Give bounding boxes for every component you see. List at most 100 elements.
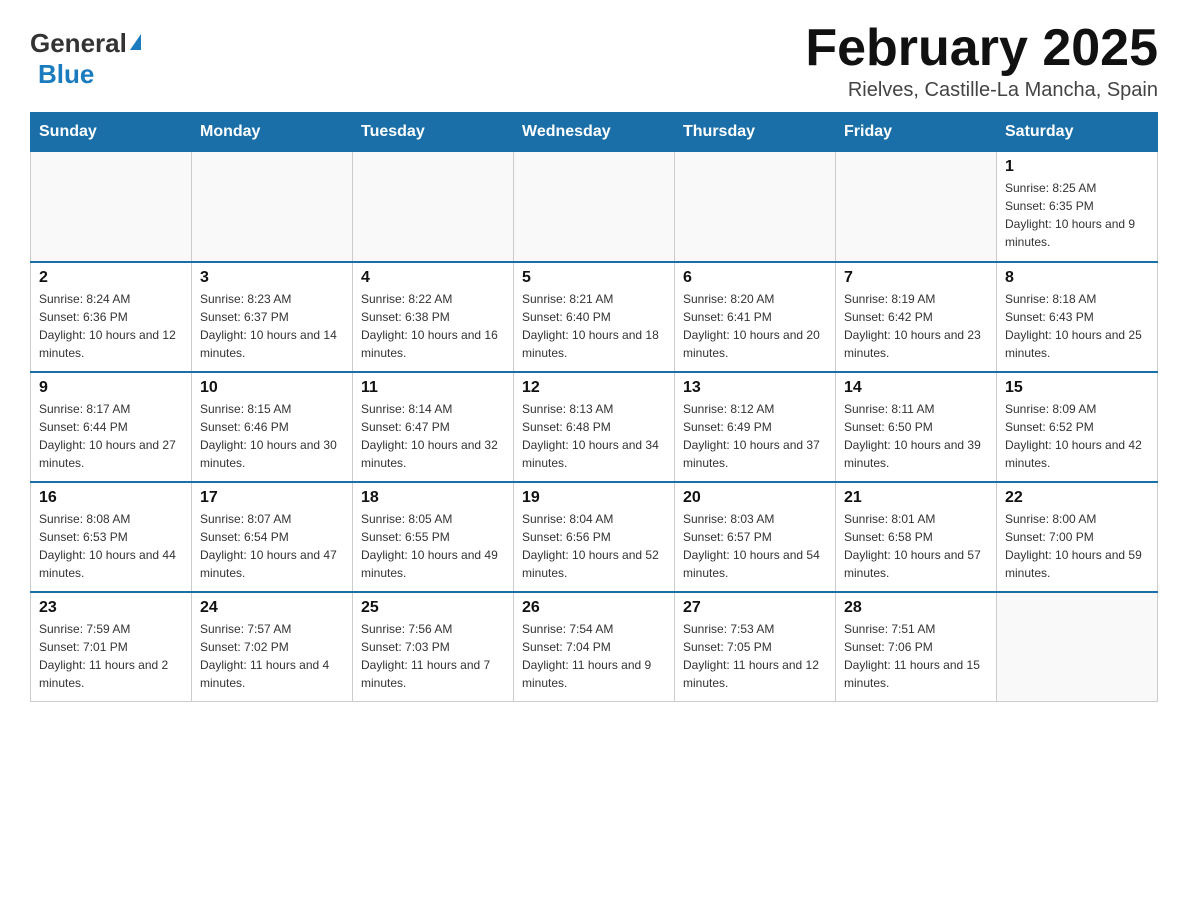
day-info: Sunrise: 8:18 AMSunset: 6:43 PMDaylight:… [1005,290,1149,362]
day-info: Sunrise: 8:11 AMSunset: 6:50 PMDaylight:… [844,400,988,472]
calendar-cell [353,152,514,262]
day-number: 23 [39,599,183,617]
calendar-cell: 15 Sunrise: 8:09 AMSunset: 6:52 PMDayligh… [997,372,1158,482]
day-info: Sunrise: 8:01 AMSunset: 6:58 PMDaylight:… [844,510,988,582]
day-info: Sunrise: 7:53 AMSunset: 7:05 PMDaylight:… [683,620,827,692]
day-info: Sunrise: 8:07 AMSunset: 6:54 PMDaylight:… [200,510,344,582]
calendar-cell [997,592,1158,702]
day-number: 20 [683,489,827,507]
calendar-cell: 26 Sunrise: 7:54 AMSunset: 7:04 PMDayligh… [514,592,675,702]
month-title: February 2025 [805,20,1158,77]
calendar-cell: 24 Sunrise: 7:57 AMSunset: 7:02 PMDayligh… [192,592,353,702]
day-info: Sunrise: 8:25 AMSunset: 6:35 PMDaylight:… [1005,179,1149,251]
day-info: Sunrise: 8:22 AMSunset: 6:38 PMDaylight:… [361,290,505,362]
calendar-cell: 2 Sunrise: 8:24 AMSunset: 6:36 PMDaylight… [31,262,192,372]
day-number: 7 [844,269,988,287]
day-number: 28 [844,599,988,617]
logo: General Blue [30,20,141,90]
day-number: 27 [683,599,827,617]
day-number: 22 [1005,489,1149,507]
week-row-2: 2 Sunrise: 8:24 AMSunset: 6:36 PMDaylight… [31,262,1158,372]
day-info: Sunrise: 7:59 AMSunset: 7:01 PMDaylight:… [39,620,183,692]
weekday-header-wednesday: Wednesday [514,113,675,152]
day-info: Sunrise: 7:51 AMSunset: 7:06 PMDaylight:… [844,620,988,692]
day-number: 8 [1005,269,1149,287]
day-info: Sunrise: 8:09 AMSunset: 6:52 PMDaylight:… [1005,400,1149,472]
day-number: 9 [39,379,183,397]
logo-triangle-icon [130,34,141,50]
calendar-cell: 1 Sunrise: 8:25 AMSunset: 6:35 PMDaylight… [997,152,1158,262]
week-row-1: 1 Sunrise: 8:25 AMSunset: 6:35 PMDaylight… [31,152,1158,262]
calendar-cell: 12 Sunrise: 8:13 AMSunset: 6:48 PMDayligh… [514,372,675,482]
week-row-3: 9 Sunrise: 8:17 AMSunset: 6:44 PMDaylight… [31,372,1158,482]
day-info: Sunrise: 8:23 AMSunset: 6:37 PMDaylight:… [200,290,344,362]
day-number: 6 [683,269,827,287]
day-number: 18 [361,489,505,507]
calendar-cell: 5 Sunrise: 8:21 AMSunset: 6:40 PMDaylight… [514,262,675,372]
calendar-cell: 22 Sunrise: 8:00 AMSunset: 7:00 PMDayligh… [997,482,1158,592]
day-info: Sunrise: 8:00 AMSunset: 7:00 PMDaylight:… [1005,510,1149,582]
day-number: 2 [39,269,183,287]
calendar-cell: 10 Sunrise: 8:15 AMSunset: 6:46 PMDayligh… [192,372,353,482]
calendar-cell: 3Sunrise: 8:23 AMSunset: 6:37 PMDaylight… [192,262,353,372]
day-number: 26 [522,599,666,617]
day-info: Sunrise: 7:54 AMSunset: 7:04 PMDaylight:… [522,620,666,692]
calendar-cell: 17Sunrise: 8:07 AMSunset: 6:54 PMDayligh… [192,482,353,592]
calendar-cell [675,152,836,262]
calendar-table: SundayMondayTuesdayWednesdayThursdayFrid… [30,112,1158,702]
day-number: 4 [361,269,505,287]
day-info: Sunrise: 8:03 AMSunset: 6:57 PMDaylight:… [683,510,827,582]
day-info: Sunrise: 8:05 AMSunset: 6:55 PMDaylight:… [361,510,505,582]
day-info: Sunrise: 8:08 AMSunset: 6:53 PMDaylight:… [39,510,183,582]
day-info: Sunrise: 7:56 AMSunset: 7:03 PMDaylight:… [361,620,505,692]
weekday-header-monday: Monday [192,113,353,152]
calendar-cell: 11Sunrise: 8:14 AMSunset: 6:47 PMDayligh… [353,372,514,482]
calendar-cell: 13 Sunrise: 8:12 AMSunset: 6:49 PMDayligh… [675,372,836,482]
day-number: 24 [200,599,344,617]
calendar-cell: 7Sunrise: 8:19 AMSunset: 6:42 PMDaylight… [836,262,997,372]
calendar-cell: 16 Sunrise: 8:08 AMSunset: 6:53 PMDayligh… [31,482,192,592]
day-number: 10 [200,379,344,397]
calendar-cell: 20 Sunrise: 8:03 AMSunset: 6:57 PMDayligh… [675,482,836,592]
day-number: 16 [39,489,183,507]
weekday-header-tuesday: Tuesday [353,113,514,152]
calendar-cell [192,152,353,262]
day-number: 13 [683,379,827,397]
calendar-cell: 9 Sunrise: 8:17 AMSunset: 6:44 PMDaylight… [31,372,192,482]
day-number: 21 [844,489,988,507]
calendar-cell: 28 Sunrise: 7:51 AMSunset: 7:06 PMDayligh… [836,592,997,702]
day-info: Sunrise: 8:13 AMSunset: 6:48 PMDaylight:… [522,400,666,472]
calendar-cell: 4 Sunrise: 8:22 AMSunset: 6:38 PMDaylight… [353,262,514,372]
day-info: Sunrise: 8:20 AMSunset: 6:41 PMDaylight:… [683,290,827,362]
calendar-cell: 18 Sunrise: 8:05 AMSunset: 6:55 PMDayligh… [353,482,514,592]
day-info: Sunrise: 8:21 AMSunset: 6:40 PMDaylight:… [522,290,666,362]
calendar-cell: 19 Sunrise: 8:04 AMSunset: 6:56 PMDayligh… [514,482,675,592]
day-number: 12 [522,379,666,397]
day-info: Sunrise: 8:15 AMSunset: 6:46 PMDaylight:… [200,400,344,472]
day-info: Sunrise: 8:24 AMSunset: 6:36 PMDaylight:… [39,290,183,362]
location-title: Rielves, Castille-La Mancha, Spain [805,79,1158,102]
day-number: 5 [522,269,666,287]
day-info: Sunrise: 8:17 AMSunset: 6:44 PMDaylight:… [39,400,183,472]
day-number: 19 [522,489,666,507]
calendar-cell [514,152,675,262]
calendar-cell [31,152,192,262]
day-number: 1 [1005,158,1149,176]
day-number: 11 [361,379,505,397]
weekday-header-sunday: Sunday [31,113,192,152]
calendar-cell: 6 Sunrise: 8:20 AMSunset: 6:41 PMDaylight… [675,262,836,372]
day-info: Sunrise: 8:04 AMSunset: 6:56 PMDaylight:… [522,510,666,582]
calendar-cell: 14 Sunrise: 8:11 AMSunset: 6:50 PMDayligh… [836,372,997,482]
title-area: February 2025 Rielves, Castille-La Manch… [805,20,1158,102]
day-number: 25 [361,599,505,617]
calendar-cell: 21 Sunrise: 8:01 AMSunset: 6:58 PMDayligh… [836,482,997,592]
day-number: 15 [1005,379,1149,397]
day-info: Sunrise: 8:12 AMSunset: 6:49 PMDaylight:… [683,400,827,472]
page-header: General Blue February 2025 Rielves, Cast… [30,20,1158,102]
day-number: 14 [844,379,988,397]
logo-general-text: General [30,28,127,59]
calendar-cell: 25 Sunrise: 7:56 AMSunset: 7:03 PMDayligh… [353,592,514,702]
logo-blue-text: Blue [38,59,94,89]
day-info: Sunrise: 7:57 AMSunset: 7:02 PMDaylight:… [200,620,344,692]
calendar-cell: 23 Sunrise: 7:59 AMSunset: 7:01 PMDayligh… [31,592,192,702]
